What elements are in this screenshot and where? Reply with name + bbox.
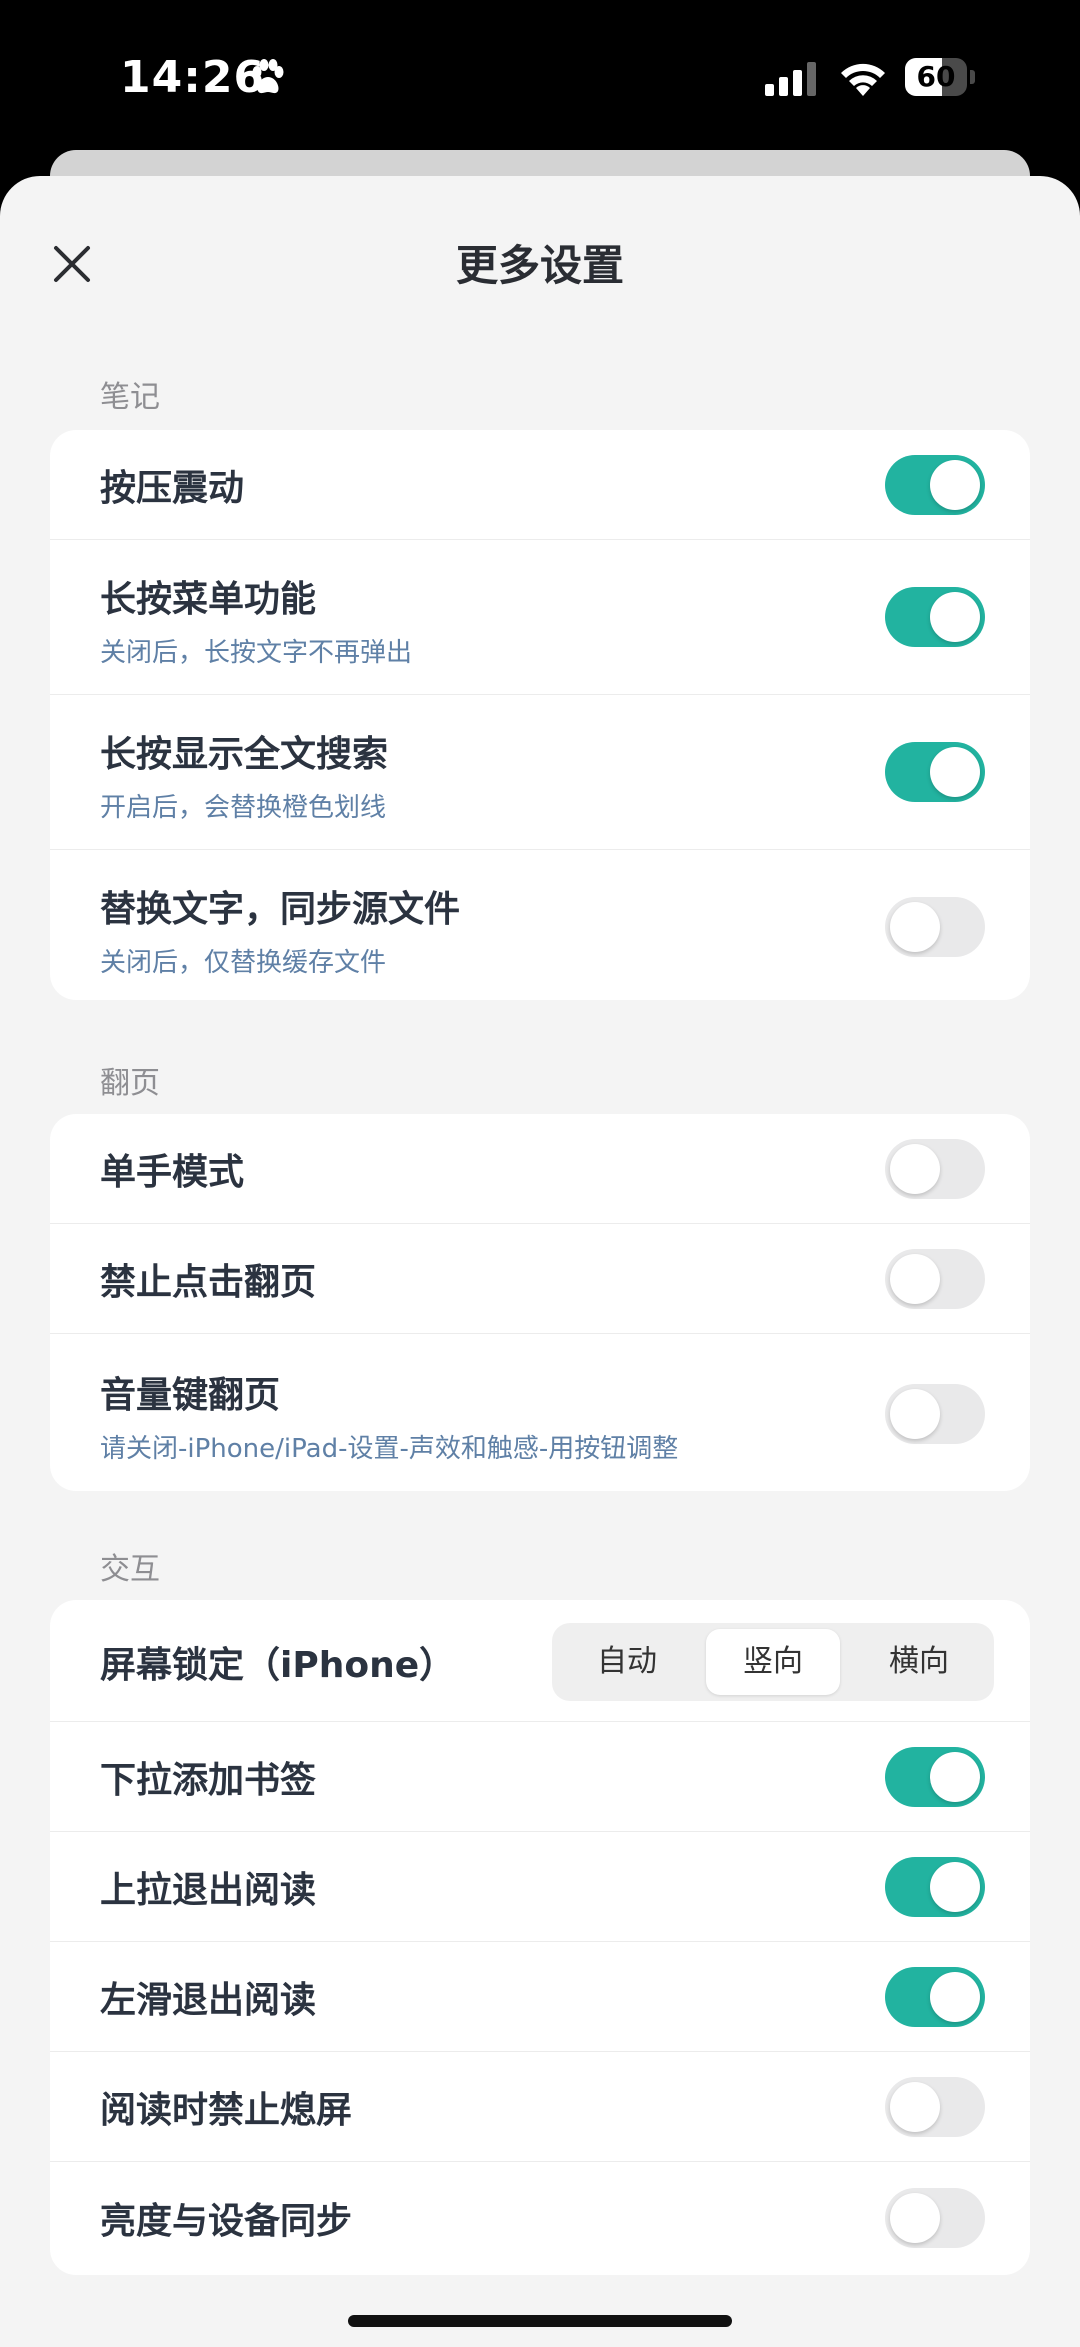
row-title: 亮度与设备同步 <box>100 2201 353 2242</box>
press-vibration-toggle[interactable] <box>885 455 985 515</box>
disable-tap-paging-toggle[interactable] <box>885 1249 985 1309</box>
segment-auto[interactable]: 自动 <box>560 1629 694 1695</box>
row-volume-paging: 音量键翻页 请关闭-iPhone/iPad-设置-声效和触感-用按钮调整 <box>50 1334 1030 1491</box>
battery-icon: 60 <box>905 58 975 98</box>
row-subtitle: 关闭后，长按文字不再弹出 <box>100 638 413 668</box>
row-disable-tap-paging: 禁止点击翻页 <box>50 1224 1030 1334</box>
row-title: 替换文字，同步源文件 <box>100 889 461 930</box>
home-indicator <box>348 2315 732 2327</box>
signal-icon <box>765 62 816 96</box>
row-swipe-left-exit: 左滑退出阅读 <box>50 1942 1030 2052</box>
card-interaction: 屏幕锁定（iPhone） 自动 竖向 横向 下拉添加书签 上拉退出阅读 左滑退出… <box>50 1600 1030 2275</box>
status-time: 14:26 <box>120 52 266 103</box>
one-hand-mode-toggle[interactable] <box>885 1139 985 1199</box>
section-label-notes: 笔记 <box>100 380 160 415</box>
row-screen-lock: 屏幕锁定（iPhone） 自动 竖向 横向 <box>50 1600 1030 1722</box>
card-notes: 按压震动 长按菜单功能 关闭后，长按文字不再弹出 长按显示全文搜索 开启后，会替… <box>50 430 1030 1000</box>
row-title: 长按显示全文搜索 <box>100 734 389 775</box>
screen-lock-segmented-control: 自动 竖向 横向 <box>552 1623 994 1701</box>
section-label-paging: 翻页 <box>100 1066 160 1101</box>
row-press-vibration: 按压震动 <box>50 430 1030 540</box>
wifi-icon <box>841 63 885 96</box>
row-title: 左滑退出阅读 <box>100 1980 317 2021</box>
status-bar: 14:26 60 <box>0 0 1080 150</box>
keep-screen-on-toggle[interactable] <box>885 2077 985 2137</box>
replace-sync-toggle[interactable] <box>885 897 985 957</box>
settings-sheet: 更多设置 笔记 按压震动 长按菜单功能 关闭后，长按文字不再弹出 长按显示全文搜… <box>0 176 1080 2347</box>
row-pull-up-exit: 上拉退出阅读 <box>50 1832 1030 1942</box>
row-title: 禁止点击翻页 <box>100 1262 317 1303</box>
swipe-left-exit-toggle[interactable] <box>885 1967 985 2027</box>
row-longpress-menu: 长按菜单功能 关闭后，长按文字不再弹出 <box>50 540 1030 695</box>
row-title: 音量键翻页 <box>100 1375 281 1416</box>
pull-up-exit-toggle[interactable] <box>885 1857 985 1917</box>
row-title: 阅读时禁止熄屏 <box>100 2090 353 2131</box>
page-title: 更多设置 <box>455 241 624 290</box>
brightness-sync-toggle[interactable] <box>885 2188 985 2248</box>
row-keep-screen-on: 阅读时禁止熄屏 <box>50 2052 1030 2162</box>
row-title: 上拉退出阅读 <box>100 1870 317 1911</box>
row-one-hand-mode: 单手模式 <box>50 1114 1030 1224</box>
row-title: 按压震动 <box>100 468 245 509</box>
row-brightness-sync: 亮度与设备同步 <box>50 2162 1030 2275</box>
row-replace-sync: 替换文字，同步源文件 关闭后，仅替换缓存文件 <box>50 850 1030 1000</box>
row-title: 下拉添加书签 <box>100 1760 317 1801</box>
pull-bookmark-toggle[interactable] <box>885 1747 985 1807</box>
row-pull-bookmark: 下拉添加书签 <box>50 1722 1030 1832</box>
row-subtitle: 请关闭-iPhone/iPad-设置-声效和触感-用按钮调整 <box>100 1434 679 1464</box>
volume-paging-toggle[interactable] <box>885 1384 985 1444</box>
section-label-interaction: 交互 <box>100 1552 160 1587</box>
row-title: 单手模式 <box>100 1152 245 1193</box>
row-subtitle: 关闭后，仅替换缓存文件 <box>100 948 387 978</box>
row-longpress-search: 长按显示全文搜索 开启后，会替换橙色划线 <box>50 695 1030 850</box>
battery-level: 60 <box>916 60 956 93</box>
paw-icon <box>252 59 284 94</box>
longpress-search-toggle[interactable] <box>885 742 985 802</box>
row-subtitle: 开启后，会替换橙色划线 <box>100 793 387 823</box>
segment-portrait[interactable]: 竖向 <box>706 1629 840 1695</box>
longpress-menu-toggle[interactable] <box>885 587 985 647</box>
card-paging: 单手模式 禁止点击翻页 音量键翻页 请关闭-iPhone/iPad-设置-声效和… <box>50 1114 1030 1491</box>
row-title: 长按菜单功能 <box>100 579 317 620</box>
segment-landscape[interactable]: 横向 <box>852 1629 986 1695</box>
row-title: 屏幕锁定（iPhone） <box>100 1645 456 1686</box>
